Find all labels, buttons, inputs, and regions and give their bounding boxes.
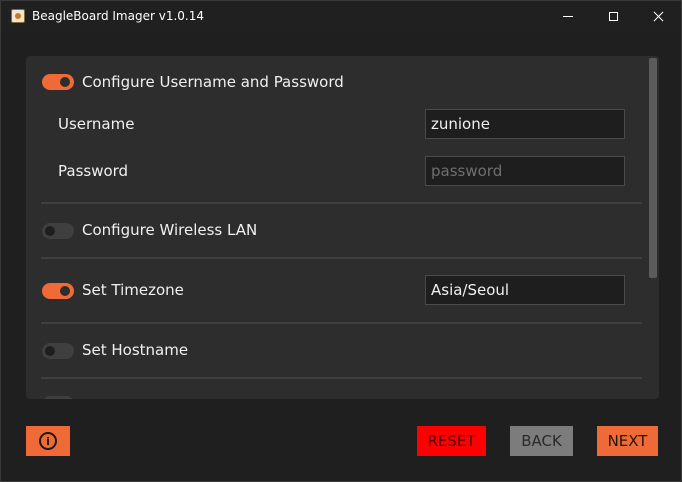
back-button[interactable]: BACK — [510, 426, 573, 456]
window-title: BeagleBoard Imager v1.0.14 — [32, 9, 204, 23]
password-label: Password — [58, 162, 129, 180]
close-button[interactable] — [635, 1, 681, 32]
next-setting-toggle[interactable] — [42, 396, 74, 399]
wireless-label: Configure Wireless LAN — [82, 221, 258, 239]
divider — [41, 322, 642, 324]
maximize-button[interactable] — [590, 1, 636, 32]
divider — [41, 377, 642, 379]
timezone-input[interactable] — [425, 275, 625, 305]
settings-panel[interactable]: Configure Username and Password Username… — [26, 56, 659, 399]
timezone-toggle[interactable] — [42, 283, 74, 299]
title-bar[interactable]: BeagleBoard Imager v1.0.14 — [1, 1, 681, 32]
reset-button[interactable]: RESET — [417, 426, 486, 456]
minimize-button[interactable] — [545, 1, 591, 32]
toggle-knob — [45, 226, 55, 236]
credentials-label: Configure Username and Password — [82, 73, 344, 91]
scrollbar-thumb[interactable] — [649, 58, 657, 278]
info-button[interactable]: i — [26, 426, 70, 456]
username-input[interactable] — [425, 109, 625, 139]
hostname-label: Set Hostname — [82, 341, 189, 359]
toggle-knob — [60, 77, 70, 87]
info-icon: i — [39, 432, 57, 450]
divider — [41, 202, 642, 204]
username-label: Username — [58, 115, 135, 133]
beagleboard-logo-icon — [11, 9, 25, 23]
close-icon — [653, 11, 664, 22]
toggle-knob — [45, 346, 55, 356]
wireless-toggle[interactable] — [42, 223, 74, 239]
timezone-label: Set Timezone — [82, 281, 184, 299]
toggle-knob — [60, 286, 70, 296]
credentials-toggle[interactable] — [42, 74, 74, 90]
app-window: BeagleBoard Imager v1.0.14 Configure Use… — [0, 0, 682, 482]
password-input[interactable] — [425, 156, 625, 186]
minimize-icon — [563, 16, 573, 17]
hostname-toggle[interactable] — [42, 343, 74, 359]
divider — [41, 257, 642, 259]
maximize-icon — [608, 12, 618, 21]
next-button[interactable]: NEXT — [597, 426, 658, 456]
